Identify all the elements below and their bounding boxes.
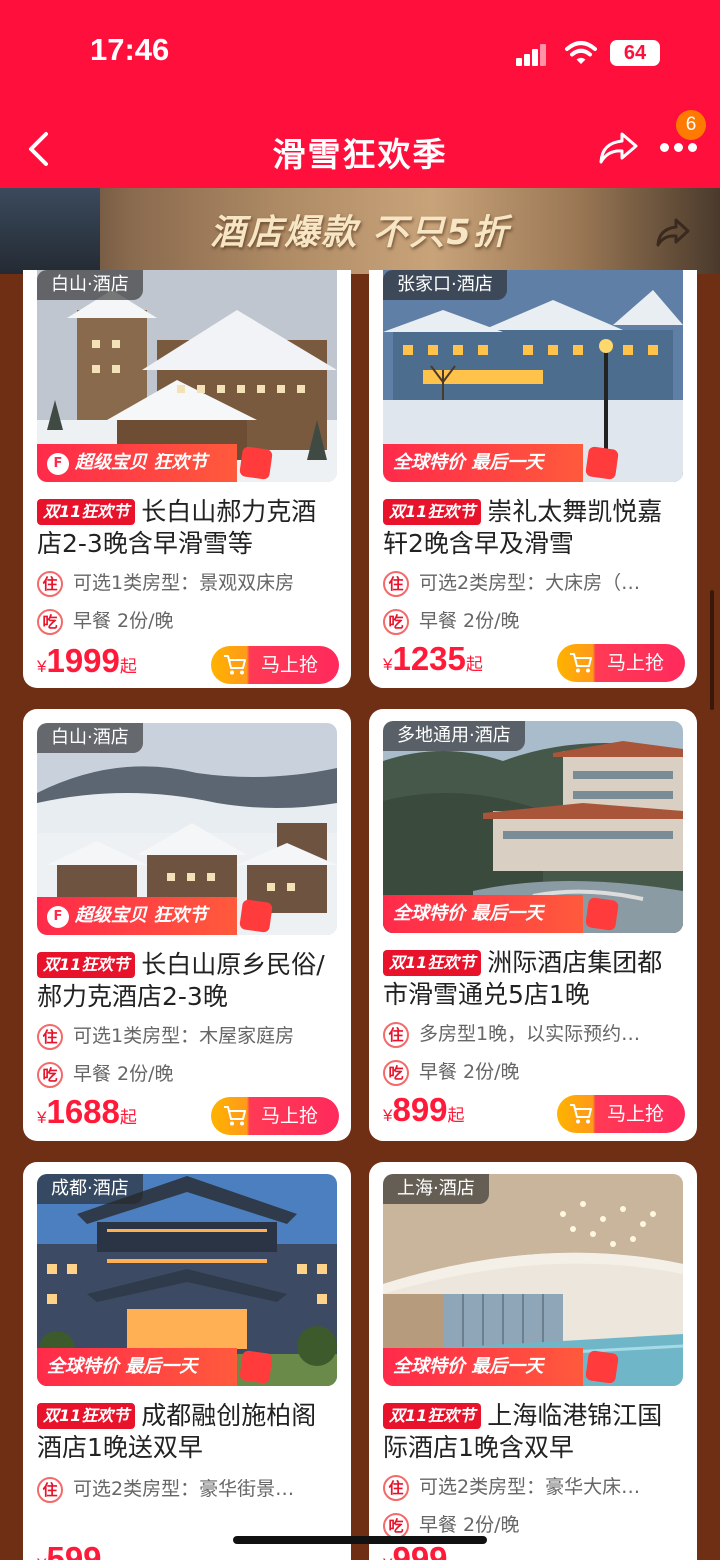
cart-icon xyxy=(224,1106,246,1126)
room-type: 住可选1类房型：景观双床房 xyxy=(37,568,341,598)
double11-tag: 双11狂欢节 xyxy=(37,1403,136,1429)
location-tag: 白山·酒店 xyxy=(37,723,143,753)
promo-label: 全球特价 最后一天 xyxy=(383,1348,583,1386)
promo-label: 全球特价 最后一天 xyxy=(383,444,583,482)
hotel-title: 双11狂欢节 崇礼太舞凯悦嘉轩2晚含早及滑雪 xyxy=(383,497,663,558)
meal-info: 吃早餐 2份/晚 xyxy=(37,1059,341,1089)
hotel-card[interactable]: 上海·酒店 全球特价 最后一天 双11狂欢节 上海临港锦江国际酒店1晚含双早 住可… xyxy=(369,1162,697,1560)
meal-icon: 吃 xyxy=(383,1060,409,1086)
meal-info: 吃早餐 2份/晚 xyxy=(383,1057,687,1087)
more-options-icon[interactable] xyxy=(660,143,698,155)
app-header: 17:46 64 滑雪狂欢季 6 xyxy=(0,0,720,188)
home-indicator[interactable] xyxy=(233,1536,487,1544)
hotel-image: 白山·酒店 F 超级宝贝 狂欢节 xyxy=(37,270,337,482)
stay-icon: 住 xyxy=(37,571,63,597)
banner-share-icon[interactable] xyxy=(652,216,692,250)
hotel-card[interactable]: 白山·酒店 F 超级宝贝 狂欢节 双11狂欢节 长白山郝力克酒店2-3晚含早滑雪等 … xyxy=(23,270,351,688)
room-type: 住可选2类房型：豪华街景… xyxy=(37,1474,341,1504)
buy-now-button[interactable]: 马上抢 xyxy=(557,1095,685,1133)
cellular-signal-icon xyxy=(516,44,548,66)
stay-icon: 住 xyxy=(37,1024,63,1050)
location-tag: 多地通用·酒店 xyxy=(383,721,525,751)
cart-icon xyxy=(224,655,246,675)
promo-label: 全球特价 最后一天 xyxy=(383,895,583,933)
double11-tag: 双11狂欢节 xyxy=(383,1403,482,1429)
hotel-title: 双11狂欢节 长白山郝力克酒店2-3晚含早滑雪等 xyxy=(37,497,317,558)
hotel-title: 双11狂欢节 洲际酒店集团都市滑雪通兑5店1晚 xyxy=(383,948,663,1009)
stay-icon: 住 xyxy=(383,1475,409,1501)
price: ¥1235起 xyxy=(383,640,483,677)
hotel-image: 张家口·酒店 全球特价 最后一天 xyxy=(383,270,683,482)
scrollbar[interactable] xyxy=(710,590,714,710)
meal-icon: 吃 xyxy=(37,609,63,635)
hotel-title: 双11狂欢节 长白山原乡民俗/郝力克酒店2-3晚 xyxy=(37,950,325,1011)
hotel-title: 双11狂欢节 成都融创施柏阁酒店1晚送双早 xyxy=(37,1401,317,1462)
price-partial: ¥599 xyxy=(37,1540,102,1560)
room-type: 住多房型1晚，以实际预约… xyxy=(383,1019,687,1049)
hotel-image: 上海·酒店 全球特价 最后一天 xyxy=(383,1174,683,1386)
location-tag: 白山·酒店 xyxy=(37,270,143,300)
double11-tag: 双11狂欢节 xyxy=(383,499,482,525)
share-icon[interactable] xyxy=(596,128,640,168)
price: ¥1688起 xyxy=(37,1093,137,1130)
stay-icon: 住 xyxy=(383,571,409,597)
location-tag: 成都·酒店 xyxy=(37,1174,143,1204)
wifi-icon xyxy=(565,41,597,64)
meal-icon: 吃 xyxy=(37,1062,63,1088)
hotel-title: 双11狂欢节 上海临港锦江国际酒店1晚含双早 xyxy=(383,1401,663,1462)
location-tag: 上海·酒店 xyxy=(383,1174,489,1204)
hotel-image: 成都·酒店 全球特价 最后一天 xyxy=(37,1174,337,1386)
hotel-card[interactable]: 多地通用·酒店 全球特价 最后一天 双11狂欢节 洲际酒店集团都市滑雪通兑5店1晚… xyxy=(369,709,697,1141)
hotel-image: 白山·酒店 F 超级宝贝 狂欢节 xyxy=(37,723,337,935)
cart-icon xyxy=(570,653,592,673)
hotel-image: 多地通用·酒店 全球特价 最后一天 xyxy=(383,721,683,933)
stay-icon: 住 xyxy=(383,1022,409,1048)
promo-label: F 超级宝贝 狂欢节 xyxy=(37,444,237,482)
room-type: 住可选2类房型：大床房（… xyxy=(383,568,687,598)
promo-banner[interactable]: 酒店爆款 不只5折 xyxy=(0,188,720,274)
buy-now-button[interactable]: 马上抢 xyxy=(557,644,685,682)
double11-tag: 双11狂欢节 xyxy=(37,952,136,978)
meal-icon: 吃 xyxy=(383,609,409,635)
buy-now-button[interactable]: 马上抢 xyxy=(211,646,339,684)
price: ¥899起 xyxy=(383,1091,465,1128)
meal-info: 吃早餐 2份/晚 xyxy=(37,606,341,636)
hotel-card[interactable]: 白山·酒店 F 超级宝贝 狂欢节 双11狂欢节 长白山原乡民俗/郝力克酒店2-3晚 … xyxy=(23,709,351,1141)
buy-now-button[interactable]: 马上抢 xyxy=(211,1097,339,1135)
banner-text: 酒店爆款 不只5折 xyxy=(210,213,510,253)
location-tag: 张家口·酒店 xyxy=(383,270,507,300)
meal-info: 吃早餐 2份/晚 xyxy=(383,606,687,636)
battery-indicator: 64 xyxy=(610,40,660,66)
hotel-card[interactable]: 成都·酒店 全球特价 最后一天 双11狂欢节 成都融创施柏阁酒店1晚送双早 住可选… xyxy=(23,1162,351,1560)
hotel-card[interactable]: 张家口·酒店 全球特价 最后一天 双11狂欢节 崇礼太舞凯悦嘉轩2晚含早及滑雪 住… xyxy=(369,270,697,688)
double11-tag: 双11狂欢节 xyxy=(383,950,482,976)
cart-icon xyxy=(570,1104,592,1124)
notification-badge: 6 xyxy=(676,110,706,140)
room-type: 住可选1类房型：木屋家庭房 xyxy=(37,1021,341,1051)
status-time: 17:46 xyxy=(90,32,170,67)
promo-label: 全球特价 最后一天 xyxy=(37,1348,237,1386)
promo-label: F 超级宝贝 狂欢节 xyxy=(37,897,237,935)
price: ¥1999起 xyxy=(37,642,137,679)
stay-icon: 住 xyxy=(37,1477,63,1503)
double11-tag: 双11狂欢节 xyxy=(37,499,136,525)
room-type: 住可选2类房型：豪华大床… xyxy=(383,1472,687,1502)
